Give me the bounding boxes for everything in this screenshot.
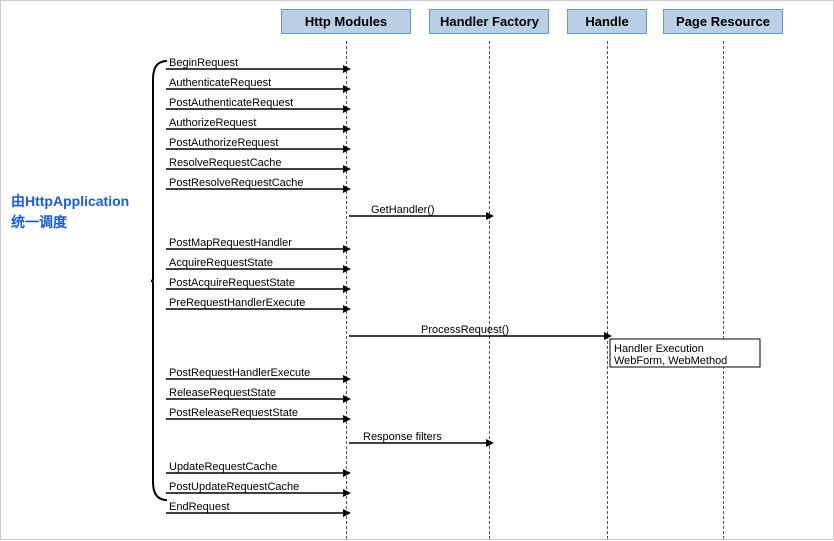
svg-text:PostAuthorizeRequest: PostAuthorizeRequest: [169, 137, 278, 149]
svg-text:UpdateRequestCache: UpdateRequestCache: [169, 461, 277, 473]
svg-text:EndRequest: EndRequest: [169, 501, 230, 513]
left-application-label: 由HttpApplication 统一调度: [11, 191, 129, 233]
svg-text:PostReleaseRequestState: PostReleaseRequestState: [169, 407, 298, 419]
svg-text:BeginRequest: BeginRequest: [169, 57, 238, 69]
svg-text:Response filters: Response filters: [363, 431, 442, 443]
svg-text:AcquireRequestState: AcquireRequestState: [169, 257, 273, 269]
svg-text:AuthorizeRequest: AuthorizeRequest: [169, 117, 256, 129]
svg-text:GetHandler(): GetHandler(): [371, 204, 435, 216]
col-header-page-resource: Page Resource: [663, 9, 783, 34]
lifeline-page-resource: [723, 41, 724, 539]
lifeline-handler-factory: [489, 41, 490, 539]
svg-text:WebForm, WebMethod: WebForm, WebMethod: [614, 355, 727, 367]
col-header-http-modules: Http Modules: [281, 9, 411, 34]
col-header-handler-factory: Handler Factory: [429, 9, 549, 34]
col-header-handle: Handle: [567, 9, 647, 34]
svg-text:Handler Execution: Handler Execution: [614, 343, 704, 355]
svg-text:PostAuthenticateRequest: PostAuthenticateRequest: [169, 97, 293, 109]
svg-text:PostMapRequestHandler: PostMapRequestHandler: [169, 237, 292, 249]
svg-text:PostUpdateRequestCache: PostUpdateRequestCache: [169, 481, 299, 493]
svg-text:ResolveRequestCache: ResolveRequestCache: [169, 157, 282, 169]
svg-text:PreRequestHandlerExecute: PreRequestHandlerExecute: [169, 297, 305, 309]
lifeline-handle: [607, 41, 608, 539]
svg-text:ProcessRequest(): ProcessRequest(): [421, 324, 509, 336]
svg-text:PostAcquireRequestState: PostAcquireRequestState: [169, 277, 295, 289]
arrows-svg: BeginRequest AuthenticateRequest PostAut…: [1, 1, 834, 541]
brace-svg: [149, 59, 169, 504]
diagram-container: Http Modules Handler Factory Handle Page…: [0, 0, 834, 540]
svg-text:PostRequestHandlerExecute: PostRequestHandlerExecute: [169, 367, 310, 379]
svg-text:ReleaseRequestState: ReleaseRequestState: [169, 387, 276, 399]
svg-text:PostResolveRequestCache: PostResolveRequestCache: [169, 177, 304, 189]
lifeline-http-modules: [346, 41, 347, 539]
svg-text:AuthenticateRequest: AuthenticateRequest: [169, 77, 271, 89]
